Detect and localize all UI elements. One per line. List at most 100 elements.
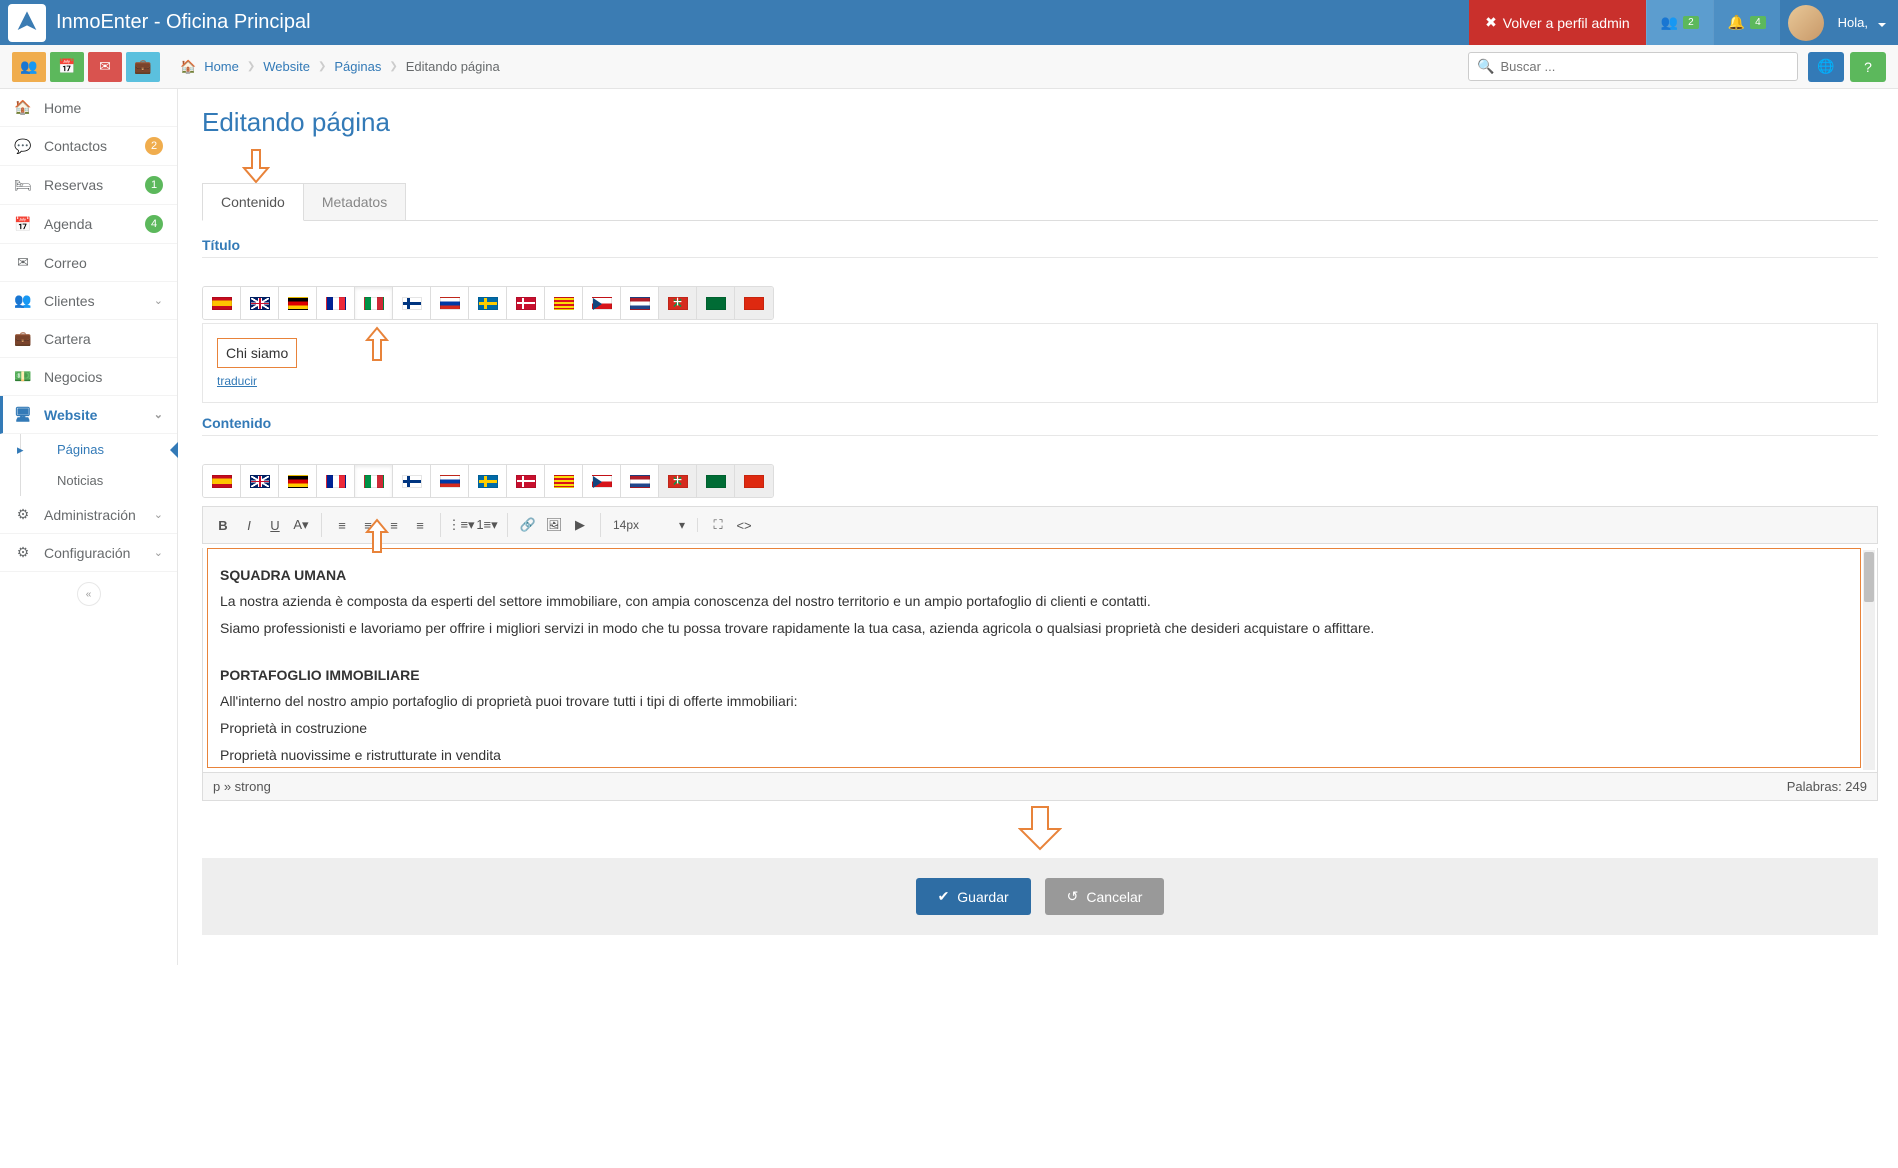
return-admin-button[interactable]: ✖ Volver a perfil admin: [1469, 0, 1646, 45]
search-input[interactable]: [1500, 59, 1789, 74]
editor-content[interactable]: SQUADRA UMANA La nostra azienda è compos…: [207, 548, 1861, 768]
flag-dk-icon: [516, 475, 536, 488]
sidebar-item-config[interactable]: ⚙ Configuración ⌄: [0, 534, 177, 572]
breadcrumb-home[interactable]: Home: [204, 59, 239, 74]
flag-fi[interactable]: [393, 465, 431, 497]
sidebar-item-contactos[interactable]: 💬 Contactos 2: [0, 127, 177, 166]
flag-sa[interactable]: [697, 465, 735, 497]
sidebar-item-home[interactable]: 🏠 Home: [0, 89, 177, 127]
sidebar-item-clientes[interactable]: 👥 Clientes ⌄: [0, 282, 177, 320]
flag-gb-icon: [250, 475, 270, 488]
groups-badge: 2: [1683, 16, 1699, 29]
breadcrumb-paginas[interactable]: Páginas: [334, 59, 381, 74]
app-logo[interactable]: [8, 4, 46, 42]
cancel-button[interactable]: ↺ Cancelar: [1045, 878, 1165, 915]
flag-es[interactable]: [203, 465, 241, 497]
scrollbar[interactable]: [1863, 550, 1875, 770]
flag-cn[interactable]: [735, 465, 773, 497]
globe-button[interactable]: 🌐: [1808, 52, 1844, 82]
flag-it-icon: [364, 297, 384, 310]
section-contenido-label: Contenido: [202, 415, 1878, 436]
calendar-icon: 📅: [58, 58, 75, 75]
flag-gb[interactable]: [241, 465, 279, 497]
quick-mail-button[interactable]: ✉: [88, 52, 122, 82]
video-button[interactable]: ▶: [568, 513, 592, 537]
save-button[interactable]: ✔ Guardar: [916, 878, 1031, 915]
underline-button[interactable]: U: [263, 513, 287, 537]
sidebar-item-agenda[interactable]: 📅 Agenda 4: [0, 205, 177, 244]
sidebar-item-admin[interactable]: ⚙ Administración ⌄: [0, 496, 177, 534]
titulo-input[interactable]: Chi siamo: [217, 338, 297, 368]
flag-de[interactable]: [279, 287, 317, 319]
calendar-icon: 📅: [14, 216, 32, 233]
sidebar-item-website[interactable]: 🖥 Website ⌄: [0, 396, 177, 434]
help-button[interactable]: ?: [1850, 52, 1886, 82]
flag-gb[interactable]: [241, 287, 279, 319]
flag-nl[interactable]: [621, 287, 659, 319]
flag-eus[interactable]: [659, 287, 697, 319]
avatar[interactable]: [1788, 5, 1824, 41]
groups-button[interactable]: 👥 2: [1646, 0, 1713, 45]
number-list-button[interactable]: 1≡▾: [475, 513, 499, 537]
breadcrumb-website[interactable]: Website: [263, 59, 310, 74]
sidebar: 🏠 Home 💬 Contactos 2 🛏 Reservas 1 📅 Agen…: [0, 89, 178, 965]
flag-dk[interactable]: [507, 465, 545, 497]
fullscreen-button[interactable]: ⛶: [706, 513, 730, 537]
quick-calendar-button[interactable]: 📅: [50, 52, 84, 82]
sidebar-item-correo[interactable]: ✉ Correo: [0, 244, 177, 282]
bold-button[interactable]: B: [211, 513, 235, 537]
flag-it[interactable]: Italiano: [355, 465, 393, 497]
flag-fr[interactable]: [317, 287, 355, 319]
flag-se[interactable]: [469, 287, 507, 319]
flag-cat-icon: [554, 475, 574, 488]
flag-cat[interactable]: [545, 287, 583, 319]
sidebar-item-reservas[interactable]: 🛏 Reservas 1: [0, 166, 177, 205]
search-box[interactable]: 🔍: [1468, 52, 1798, 81]
sidebar-sub-paginas[interactable]: Páginas: [20, 434, 177, 465]
image-button[interactable]: 🖼: [542, 513, 566, 537]
flag-cn-icon: [744, 297, 764, 310]
flag-sa[interactable]: [697, 287, 735, 319]
user-menu[interactable]: Hola,: [1832, 0, 1898, 45]
flag-de[interactable]: [279, 465, 317, 497]
tabs: Contenido Metadatos: [202, 183, 1878, 221]
sidebar-item-cartera[interactable]: 💼 Cartera: [0, 320, 177, 358]
scrollbar-thumb[interactable]: [1864, 552, 1874, 602]
flag-se[interactable]: [469, 465, 507, 497]
translate-link[interactable]: traducir: [217, 374, 1863, 388]
flag-it[interactable]: Italiano: [355, 287, 393, 319]
sidebar-item-label: Correo: [44, 255, 163, 271]
sidebar-item-negocios[interactable]: 💵 Negocios: [0, 358, 177, 396]
flag-ru[interactable]: [431, 287, 469, 319]
sidebar-sub-noticias[interactable]: Noticias: [20, 465, 177, 496]
flag-cat[interactable]: [545, 465, 583, 497]
tab-contenido[interactable]: Contenido: [202, 183, 304, 221]
flag-cz[interactable]: [583, 465, 621, 497]
flag-cz[interactable]: [583, 287, 621, 319]
flag-es[interactable]: [203, 287, 241, 319]
align-justify-button[interactable]: ≡: [408, 513, 432, 537]
quick-users-button[interactable]: 👥: [12, 52, 46, 82]
tab-metadatos[interactable]: Metadatos: [303, 183, 406, 220]
bullet-list-button[interactable]: ⋮≡▾: [449, 513, 473, 537]
code-button[interactable]: <>: [732, 513, 756, 537]
flag-cn[interactable]: [735, 287, 773, 319]
font-size-select[interactable]: 14px ▾: [609, 518, 689, 532]
chevron-right-icon: ❯: [247, 61, 255, 72]
sidebar-collapse-button[interactable]: «: [77, 582, 101, 606]
flag-de-icon: [288, 297, 308, 310]
flag-fi[interactable]: [393, 287, 431, 319]
notifications-button[interactable]: 🔔 4: [1713, 0, 1780, 45]
flag-eus[interactable]: [659, 465, 697, 497]
align-left-button[interactable]: ≡: [330, 513, 354, 537]
flag-fr[interactable]: [317, 465, 355, 497]
flag-eus-icon: [668, 297, 688, 310]
flag-nl[interactable]: [621, 465, 659, 497]
flag-dk[interactable]: [507, 287, 545, 319]
flag-ru[interactable]: [431, 465, 469, 497]
italic-button[interactable]: I: [237, 513, 261, 537]
link-button[interactable]: 🔗: [516, 513, 540, 537]
quick-briefcase-button[interactable]: 💼: [126, 52, 160, 82]
text-color-button[interactable]: A▾: [289, 513, 313, 537]
image-icon: 🖼: [546, 517, 563, 533]
